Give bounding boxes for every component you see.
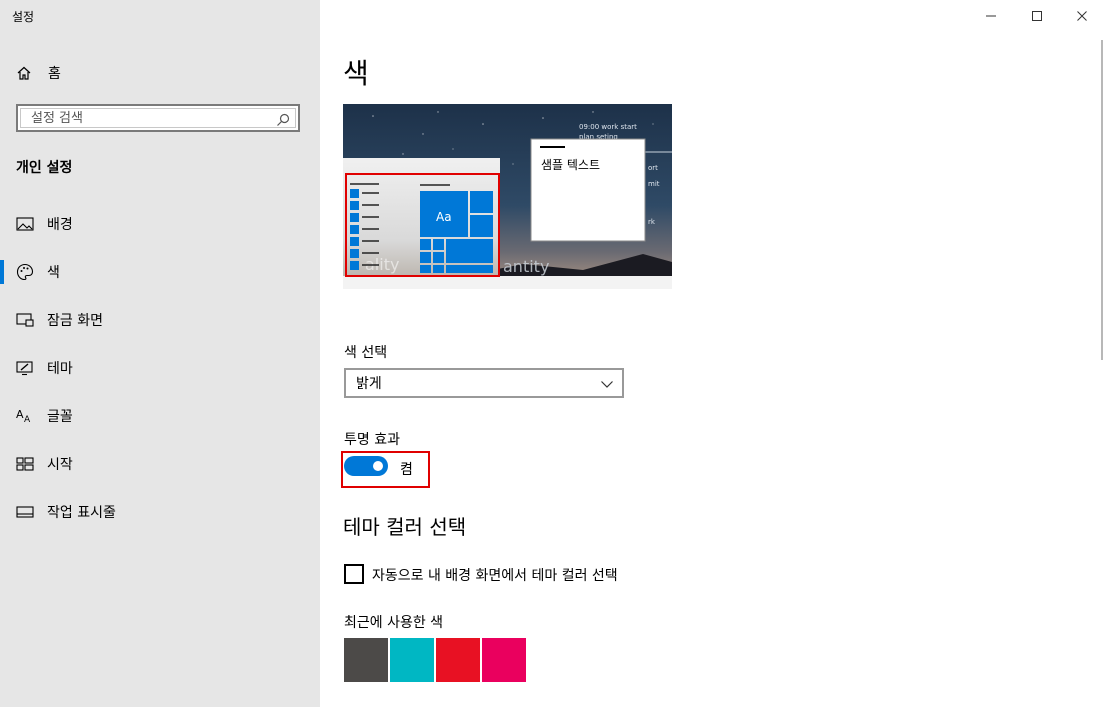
color-swatch[interactable] (436, 638, 480, 682)
sidebar-item-label: 시작 (47, 457, 73, 473)
sidebar-item-label: 잠금 화면 (47, 313, 103, 329)
color-mode-dropdown[interactable]: 밝게 (344, 368, 624, 398)
search-input[interactable] (21, 109, 269, 127)
bg-line-4: mit (648, 180, 660, 188)
bg-line-1: 09:00 work start (579, 123, 637, 131)
bg-line-3: ort (648, 164, 658, 172)
sidebar-item-label: 작업 표시줄 (47, 505, 116, 521)
start-icon (15, 454, 35, 474)
bg-line-5: rk (648, 218, 656, 226)
maximize-icon (1031, 7, 1043, 26)
recent-colors-label: 최근에 사용한 색 (344, 615, 444, 631)
page-title: 색 (343, 57, 369, 90)
home-icon (16, 64, 34, 82)
app-title: 설정 (12, 10, 35, 24)
search-icon[interactable] (275, 112, 291, 128)
preview-illustration: 09:00 work start plan seting ort mit rk … (343, 104, 672, 289)
accent-color-heading: 테마 컬러 선택 (343, 515, 467, 539)
minimize-icon (985, 7, 997, 26)
font-icon: AA (15, 406, 35, 426)
search-box[interactable] (16, 104, 300, 132)
transparency-label: 투명 효과 (344, 432, 400, 448)
color-swatch[interactable] (390, 638, 434, 682)
preview-sample-text: 샘플 텍스트 (541, 158, 600, 172)
scrollbar[interactable] (1101, 40, 1103, 360)
auto-accent-label[interactable]: 자동으로 내 배경 화면에서 테마 컬러 선택 (372, 565, 618, 585)
sidebar-item-label: 색 (47, 265, 60, 281)
sidebar-item-label: 배경 (47, 217, 73, 233)
sidebar-item-theme[interactable]: 테마 (0, 348, 320, 388)
sidebar-item-taskbar[interactable]: 작업 표시줄 (0, 492, 320, 532)
minimize-button[interactable] (968, 0, 1014, 32)
preview-tile-label: Aa (436, 210, 452, 224)
color-swatch[interactable] (344, 638, 388, 682)
palette-icon (15, 262, 35, 282)
svg-text:A: A (24, 415, 31, 424)
lock-screen-icon (15, 310, 35, 330)
sidebar-item-fonts[interactable]: AA 글꼴 (0, 396, 320, 436)
taskbar-icon (15, 502, 35, 522)
image-icon (15, 214, 35, 234)
color-swatch[interactable] (482, 638, 526, 682)
svg-text:A: A (16, 408, 24, 421)
sidebar-item-label: 테마 (47, 361, 73, 377)
sidebar-home[interactable]: 홈 (16, 62, 61, 84)
sidebar-item-label: 글꼴 (47, 409, 73, 425)
close-button[interactable] (1059, 0, 1105, 32)
dropdown-value: 밝게 (356, 376, 382, 392)
color-preview: 09:00 work start plan seting ort mit rk … (343, 104, 672, 289)
bg-word: antity (503, 257, 549, 276)
color-select-label: 색 선택 (344, 345, 388, 361)
sidebar-item-start[interactable]: 시작 (0, 444, 320, 484)
toggle-highlight-box (341, 451, 430, 488)
sidebar: 설정 홈 개인 설정 배경 색 잠금 화면 (0, 0, 320, 707)
section-heading: 개인 설정 (16, 160, 73, 176)
sidebar-item-background[interactable]: 배경 (0, 204, 320, 244)
close-icon (1076, 7, 1088, 26)
chevron-down-icon (600, 376, 614, 395)
maximize-button[interactable] (1014, 0, 1060, 32)
theme-icon (15, 358, 35, 378)
home-label: 홈 (48, 66, 61, 82)
sidebar-item-lock-screen[interactable]: 잠금 화면 (0, 300, 320, 340)
sidebar-item-color[interactable]: 색 (0, 252, 320, 292)
auto-accent-checkbox[interactable] (344, 564, 364, 584)
